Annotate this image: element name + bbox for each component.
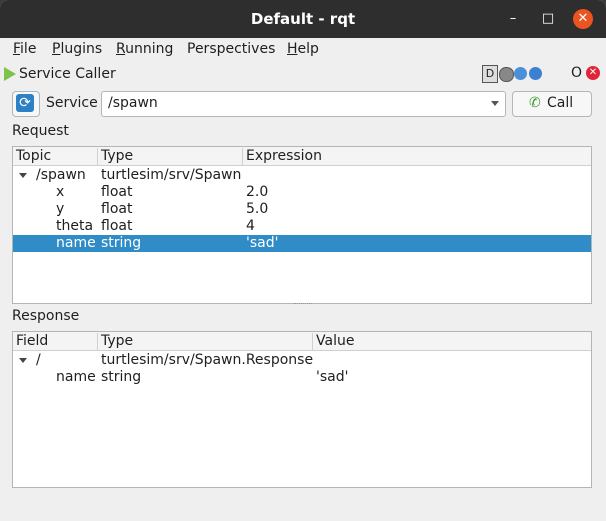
dock-minimize-button[interactable]: O <box>571 65 582 81</box>
column-header-type[interactable]: Type <box>98 333 313 350</box>
help-icon[interactable] <box>529 67 542 80</box>
row-type: float <box>101 184 133 200</box>
service-label: Service <box>46 95 98 111</box>
tree-row[interactable]: x float 2.0 <box>13 184 591 201</box>
dock-close-icon[interactable]: ✕ <box>586 66 600 80</box>
column-header-expression[interactable]: Expression <box>243 148 590 165</box>
row-field: / <box>36 352 41 368</box>
row-type: float <box>101 218 133 234</box>
tree-row[interactable]: theta float 4 <box>13 218 591 235</box>
request-label: Request <box>12 123 69 139</box>
title-bar[interactable]: Default - rqt – □ ✕ <box>0 0 606 38</box>
service-combobox[interactable]: /spawn <box>101 91 506 117</box>
row-field: name <box>56 369 96 385</box>
row-topic: /spawn <box>36 167 86 183</box>
tree-row-selected[interactable]: name string 'sad' <box>13 235 591 252</box>
refresh-icon: ⟳ <box>16 94 34 112</box>
row-topic: y <box>56 201 65 217</box>
row-value: 'sad' <box>316 369 349 385</box>
tree-row[interactable]: y float 5.0 <box>13 201 591 218</box>
maximize-button[interactable]: □ <box>538 9 558 29</box>
row-expression[interactable]: 2.0 <box>246 184 268 201</box>
row-expression[interactable]: 'sad' <box>246 235 278 252</box>
service-value: /spawn <box>108 95 158 111</box>
row-type: turtlesim/srv/Spawn <box>101 167 242 183</box>
row-topic: name <box>56 235 96 251</box>
menu-running[interactable]: Running <box>116 41 173 57</box>
tree-row[interactable]: / turtlesim/srv/Spawn.Response <box>13 352 591 369</box>
play-icon[interactable] <box>4 67 16 81</box>
row-expression[interactable]: 4 <box>246 218 255 235</box>
response-tree[interactable]: Field Type Value / turtlesim/srv/Spawn.R… <box>12 331 592 488</box>
menu-help[interactable]: Help <box>287 41 319 57</box>
tree-row[interactable]: name string 'sad' <box>13 369 591 386</box>
plugin-title: Service Caller <box>19 66 116 82</box>
rqt-window: Default - rqt – □ ✕ File Plugins Running… <box>0 0 606 521</box>
row-type: turtlesim/srv/Spawn.Response <box>101 352 314 368</box>
column-header-type[interactable]: Type <box>98 148 243 165</box>
row-type: float <box>101 201 133 217</box>
column-header-topic[interactable]: Topic <box>13 148 98 165</box>
row-expression[interactable]: 5.0 <box>246 201 268 218</box>
minimize-button[interactable]: – <box>503 9 523 29</box>
expand-arrow-icon[interactable] <box>19 358 27 363</box>
call-button[interactable]: ✆ Call <box>512 91 592 117</box>
plugin-dock-bar: Service Caller D O ✕ <box>0 63 606 85</box>
response-label: Response <box>12 308 80 324</box>
menu-bar: File Plugins Running Perspectives Help <box>0 38 606 62</box>
refresh-services-button[interactable]: ⟳ <box>12 91 40 117</box>
response-header: Field Type Value <box>13 332 591 351</box>
menu-perspectives[interactable]: Perspectives <box>187 41 275 57</box>
row-type: string <box>101 235 142 251</box>
dock-d-button[interactable]: D <box>482 65 498 83</box>
gear-icon[interactable] <box>499 67 514 82</box>
reload-icon[interactable] <box>514 67 527 80</box>
menu-file[interactable]: File <box>13 41 36 57</box>
splitter-handle[interactable] <box>294 303 312 307</box>
row-topic: theta <box>56 218 94 234</box>
column-header-value[interactable]: Value <box>313 333 590 350</box>
request-tree[interactable]: Topic Type Expression /spawn turtlesim/s… <box>12 146 592 304</box>
expand-arrow-icon[interactable] <box>19 173 27 178</box>
column-header-field[interactable]: Field <box>13 333 98 350</box>
row-topic: x <box>56 184 65 200</box>
row-type: string <box>101 369 142 385</box>
request-header: Topic Type Expression <box>13 147 591 166</box>
tree-row[interactable]: /spawn turtlesim/srv/Spawn <box>13 167 591 184</box>
close-button[interactable]: ✕ <box>573 9 593 29</box>
chevron-down-icon <box>491 101 499 106</box>
phone-icon: ✆ <box>529 95 541 111</box>
menu-plugins[interactable]: Plugins <box>52 41 102 57</box>
call-button-label: Call <box>547 95 574 111</box>
